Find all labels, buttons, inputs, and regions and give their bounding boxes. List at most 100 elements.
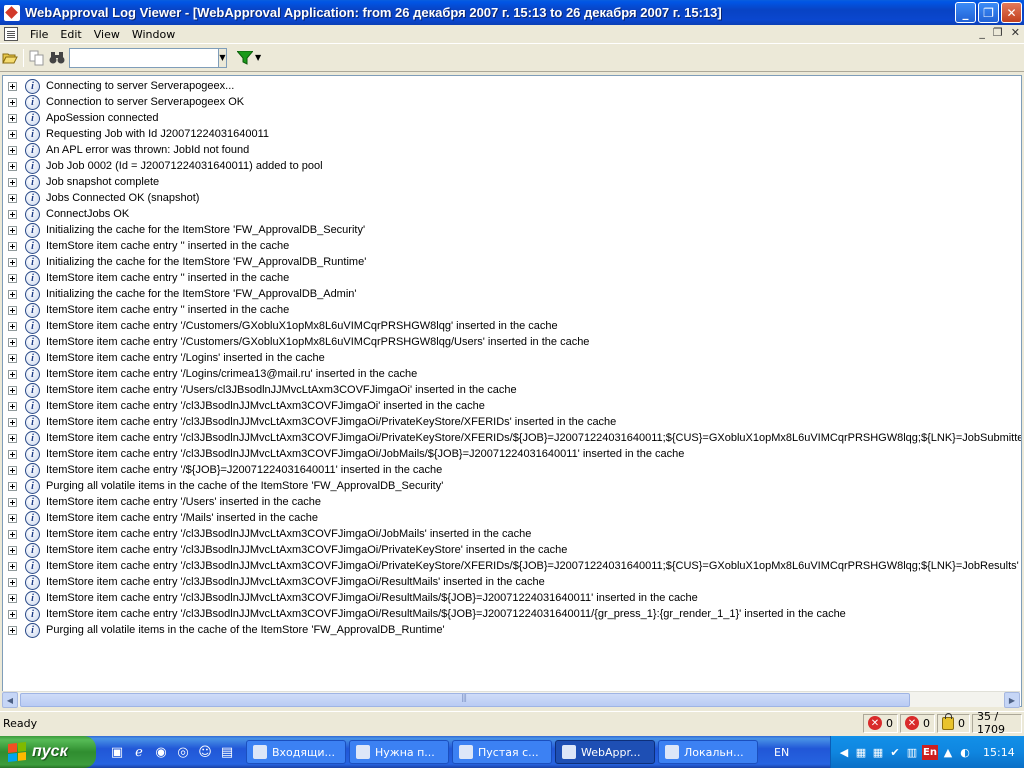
log-row[interactable]: i Connecting to server Serverapogeex... — [3, 78, 1021, 94]
expand-icon[interactable] — [8, 609, 17, 619]
ati-icon[interactable]: ▲ — [941, 745, 955, 759]
menu-view[interactable]: View — [88, 28, 126, 41]
expand-icon[interactable] — [8, 401, 17, 411]
expand-icon[interactable] — [8, 497, 17, 507]
log-row[interactable]: i ItemStore item cache entry '' inserted … — [3, 270, 1021, 286]
expand-icon[interactable] — [8, 177, 17, 187]
task-button[interactable]: Пустая с... — [452, 740, 552, 764]
task-button[interactable]: Нужна п... — [349, 740, 449, 764]
close-button[interactable]: ✕ — [1001, 2, 1022, 23]
expand-icon[interactable] — [8, 449, 17, 459]
printer-icon[interactable]: ▥ — [905, 745, 919, 759]
log-row[interactable]: i ItemStore item cache entry '/cl3JBsodln… — [3, 446, 1021, 462]
task-button-active[interactable]: WebAppr... — [555, 740, 655, 764]
log-row[interactable]: i ItemStore item cache entry '/cl3JBsodln… — [3, 574, 1021, 590]
language-indicator[interactable]: EN — [774, 746, 789, 759]
expand-icon[interactable] — [8, 81, 17, 91]
log-row[interactable]: i An APL error was thrown: JobId not foun… — [3, 142, 1021, 158]
expand-icon[interactable] — [8, 273, 17, 283]
expand-icon[interactable] — [8, 193, 17, 203]
expand-icon[interactable] — [8, 481, 17, 491]
log-row[interactable]: i ItemStore item cache entry '/cl3JBsodln… — [3, 430, 1021, 446]
log-row[interactable]: i Purging all volatile items in the cache… — [3, 478, 1021, 494]
expand-icon[interactable] — [8, 385, 17, 395]
expand-icon[interactable] — [8, 241, 17, 251]
log-row[interactable]: i ApoSession connected — [3, 110, 1021, 126]
expand-icon[interactable] — [8, 369, 17, 379]
chevron-down-icon[interactable]: ▼ — [218, 48, 226, 67]
search-input[interactable] — [70, 48, 218, 67]
log-row[interactable]: i Jobs Connected OK (snapshot) — [3, 190, 1021, 206]
log-row[interactable]: i ItemStore item cache entry '/cl3JBsodln… — [3, 398, 1021, 414]
log-row[interactable]: i Requesting Job with Id J200712240316400… — [3, 126, 1021, 142]
folder-open-icon[interactable] — [0, 48, 20, 68]
mdi-minimize-button[interactable]: _ — [979, 26, 985, 39]
scroll-right-button[interactable]: ▶ — [1004, 692, 1020, 708]
copy-icon[interactable] — [27, 48, 47, 68]
expand-icon[interactable] — [8, 321, 17, 331]
mdi-close-button[interactable]: ✕ — [1011, 26, 1020, 39]
people-icon[interactable]: ☺ — [196, 743, 214, 761]
log-row[interactable]: i ItemStore item cache entry '' inserted … — [3, 238, 1021, 254]
log-row[interactable]: i ItemStore item cache entry '/Mails' ins… — [3, 510, 1021, 526]
expand-icon[interactable] — [8, 289, 17, 299]
log-row[interactable]: i Purging all volatile items in the cache… — [3, 622, 1021, 638]
expand-icon[interactable] — [8, 529, 17, 539]
log-row[interactable]: i ItemStore item cache entry '/cl3JBsodln… — [3, 526, 1021, 542]
log-tree[interactable]: i Connecting to server Serverapogeex... i C… — [2, 75, 1022, 707]
log-row[interactable]: i ItemStore item cache entry '/Users' ins… — [3, 494, 1021, 510]
expand-icon[interactable] — [8, 257, 17, 267]
expand-icon[interactable] — [8, 545, 17, 555]
expand-icon[interactable] — [8, 161, 17, 171]
expand-icon[interactable] — [8, 145, 17, 155]
expand-icon[interactable] — [8, 337, 17, 347]
log-row[interactable]: i ItemStore item cache entry '/${JOB}=J20… — [3, 462, 1021, 478]
log-row[interactable]: i ItemStore item cache entry '' inserted … — [3, 302, 1021, 318]
media-icon[interactable]: ◎ — [174, 743, 192, 761]
clock[interactable]: 15:14 — [983, 746, 1015, 759]
security-icon[interactable]: ✔ — [888, 745, 902, 759]
volume-icon[interactable]: ◐ — [958, 745, 972, 759]
task-button[interactable]: Входящи... — [246, 740, 346, 764]
log-row[interactable]: i Initializing the cache for the ItemStor… — [3, 254, 1021, 270]
expand-icon[interactable] — [8, 129, 17, 139]
minimize-button[interactable]: _ — [955, 2, 976, 23]
expand-icon[interactable] — [8, 305, 17, 315]
expand-icon[interactable] — [8, 353, 17, 363]
log-row[interactable]: i Initializing the cache for the ItemStor… — [3, 222, 1021, 238]
expand-icon[interactable] — [8, 465, 17, 475]
start-button[interactable]: пуск — [0, 736, 96, 768]
tray-arrow-icon[interactable]: ◀ — [837, 745, 851, 759]
browser-icon[interactable]: ◉ — [152, 743, 170, 761]
expand-icon[interactable] — [8, 225, 17, 235]
log-row[interactable]: i Initializing the cache for the ItemStor… — [3, 286, 1021, 302]
menu-edit[interactable]: Edit — [54, 28, 87, 41]
expand-icon[interactable] — [8, 97, 17, 107]
log-row[interactable]: i ItemStore item cache entry '/Logins/cri… — [3, 366, 1021, 382]
expand-icon[interactable] — [8, 433, 17, 443]
log-row[interactable]: i Job snapshot complete — [3, 174, 1021, 190]
menu-file[interactable]: File — [24, 28, 54, 41]
expand-icon[interactable] — [8, 209, 17, 219]
expand-icon[interactable] — [8, 625, 17, 635]
log-row[interactable]: i ItemStore item cache entry '/Customers/… — [3, 318, 1021, 334]
ie-icon[interactable]: ℯ — [130, 743, 148, 761]
log-row[interactable]: i Connection to server Serverapogeex OK — [3, 94, 1021, 110]
scroll-thumb[interactable] — [20, 693, 910, 707]
log-row[interactable]: i ItemStore item cache entry '/Users/cl3J… — [3, 382, 1021, 398]
binoculars-icon[interactable] — [47, 48, 67, 68]
log-row[interactable]: i ItemStore item cache entry '/Customers/… — [3, 334, 1021, 350]
expand-icon[interactable] — [8, 417, 17, 427]
log-row[interactable]: i ItemStore item cache entry '/Logins' in… — [3, 350, 1021, 366]
expand-icon[interactable] — [8, 561, 17, 571]
expand-icon[interactable] — [8, 593, 17, 603]
scroll-left-button[interactable]: ◀ — [2, 692, 18, 708]
filter-button[interactable]: ▼ — [237, 50, 261, 65]
horizontal-scrollbar[interactable]: ◀ ▶ — [2, 691, 1020, 708]
document-icon[interactable] — [4, 27, 18, 41]
maximize-button[interactable]: ❐ — [978, 2, 999, 23]
log-row[interactable]: i Job Job 0002 (Id = J20071224031640011) … — [3, 158, 1021, 174]
title-bar[interactable]: WebApproval Log Viewer - [WebApproval Ap… — [0, 0, 1024, 25]
calculator-icon[interactable]: ▤ — [218, 743, 236, 761]
keyboard-layout-icon[interactable]: En — [922, 744, 938, 760]
